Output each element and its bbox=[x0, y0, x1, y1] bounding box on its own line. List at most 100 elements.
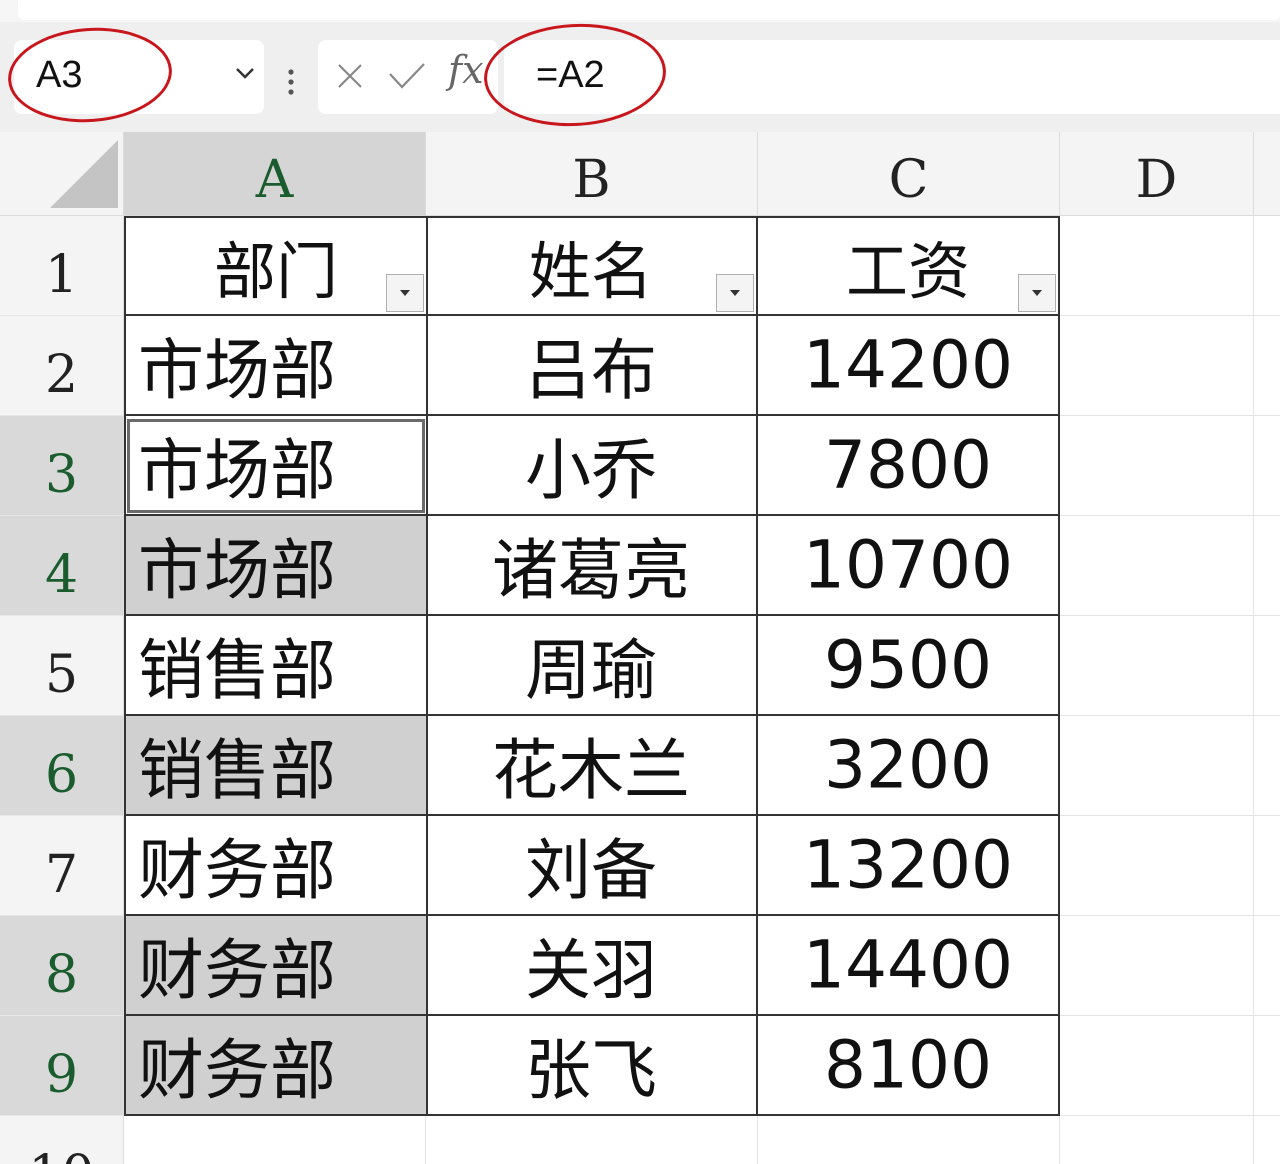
cell-c5[interactable]: 9500 bbox=[758, 616, 1060, 716]
cell-c9[interactable]: 8100 bbox=[758, 1016, 1060, 1116]
cell-c10[interactable] bbox=[758, 1116, 1060, 1164]
cell-value: 市场部 bbox=[138, 532, 336, 609]
cell-value: 关羽 bbox=[525, 932, 657, 1009]
cell-d6[interactable] bbox=[1060, 716, 1254, 816]
more-vertical-icon[interactable] bbox=[284, 66, 298, 106]
name-box[interactable]: A3 bbox=[14, 40, 264, 114]
cell-a5[interactable]: 销售部 bbox=[124, 616, 428, 716]
cell-value: 销售部 bbox=[138, 632, 336, 709]
cell-value: 张飞 bbox=[525, 1032, 657, 1109]
cell-d8[interactable] bbox=[1060, 916, 1254, 1016]
cell-c2[interactable]: 14200 bbox=[758, 316, 1060, 416]
cell-d7[interactable] bbox=[1060, 816, 1254, 916]
cell-a4[interactable]: 市场部 bbox=[124, 516, 428, 616]
cell-e7[interactable] bbox=[1254, 816, 1280, 916]
cell-d5[interactable] bbox=[1060, 616, 1254, 716]
cell-b2[interactable]: 吕布 bbox=[426, 316, 758, 416]
cell-a2[interactable]: 市场部 bbox=[124, 316, 428, 416]
cell-a7[interactable]: 财务部 bbox=[124, 816, 428, 916]
cell-b8[interactable]: 关羽 bbox=[426, 916, 758, 1016]
cell-a10[interactable] bbox=[124, 1116, 426, 1164]
cell-e10[interactable] bbox=[1254, 1116, 1280, 1164]
check-icon[interactable] bbox=[388, 62, 426, 90]
column-header-b[interactable]: B bbox=[426, 132, 758, 216]
ribbon-card bbox=[18, 0, 1280, 20]
cell-value: 吕布 bbox=[525, 332, 657, 409]
formula-value: =A2 bbox=[536, 54, 605, 96]
cell-c4[interactable]: 10700 bbox=[758, 516, 1060, 616]
cell-b1[interactable]: 姓名 bbox=[426, 216, 758, 316]
select-all-corner[interactable] bbox=[0, 132, 124, 216]
cell-e6[interactable] bbox=[1254, 716, 1280, 816]
cell-a6[interactable]: 销售部 bbox=[124, 716, 428, 816]
chevron-down-icon[interactable] bbox=[234, 62, 256, 84]
ribbon-remnant bbox=[0, 0, 1280, 22]
row-header-7[interactable]: 7 bbox=[0, 816, 124, 916]
row-header-3[interactable]: 3 bbox=[0, 416, 124, 516]
cell-a1[interactable]: 部门 bbox=[124, 216, 428, 316]
cell-d4[interactable] bbox=[1060, 516, 1254, 616]
cell-c1[interactable]: 工资 bbox=[758, 216, 1060, 316]
cell-d1[interactable] bbox=[1060, 216, 1254, 316]
cell-value: 14200 bbox=[803, 326, 1013, 404]
cell-value: 财务部 bbox=[138, 932, 336, 1009]
cell-value: 销售部 bbox=[138, 732, 336, 809]
row-header-4[interactable]: 4 bbox=[0, 516, 124, 616]
cell-d9[interactable] bbox=[1060, 1016, 1254, 1116]
formula-actions: fx bbox=[318, 40, 498, 114]
cell-b5[interactable]: 周瑜 bbox=[426, 616, 758, 716]
cell-e9[interactable] bbox=[1254, 1016, 1280, 1116]
row-header-2[interactable]: 2 bbox=[0, 316, 124, 416]
cell-e2[interactable] bbox=[1254, 316, 1280, 416]
column-header-c[interactable]: C bbox=[758, 132, 1060, 216]
cell-a9[interactable]: 财务部 bbox=[124, 1016, 428, 1116]
formula-bar: A3 fx =A2 bbox=[0, 22, 1280, 132]
cell-value: 13200 bbox=[803, 826, 1013, 904]
row-header-10[interactable]: 10 bbox=[0, 1116, 124, 1164]
sheet-grid: ABCD12345678910部门姓名工资市场部吕布14200市场部小乔7800… bbox=[0, 132, 1280, 1164]
filter-dropdown-button[interactable] bbox=[386, 274, 424, 312]
cell-b10[interactable] bbox=[426, 1116, 758, 1164]
cell-e8[interactable] bbox=[1254, 916, 1280, 1016]
cell-d2[interactable] bbox=[1060, 316, 1254, 416]
column-header-d[interactable]: D bbox=[1060, 132, 1254, 216]
row-header-9[interactable]: 9 bbox=[0, 1016, 124, 1116]
column-title: 工资 bbox=[845, 235, 970, 308]
row-header-6[interactable]: 6 bbox=[0, 716, 124, 816]
cell-a8[interactable]: 财务部 bbox=[124, 916, 428, 1016]
cell-value: 9500 bbox=[824, 626, 992, 704]
cell-e5[interactable] bbox=[1254, 616, 1280, 716]
cell-b6[interactable]: 花木兰 bbox=[426, 716, 758, 816]
row-header-1[interactable]: 1 bbox=[0, 216, 124, 316]
cell-d3[interactable] bbox=[1060, 416, 1254, 516]
cell-e4[interactable] bbox=[1254, 516, 1280, 616]
row-header-8[interactable]: 8 bbox=[0, 916, 124, 1016]
cell-b4[interactable]: 诸葛亮 bbox=[426, 516, 758, 616]
cell-e3[interactable] bbox=[1254, 416, 1280, 516]
filter-dropdown-button[interactable] bbox=[716, 274, 754, 312]
cell-c6[interactable]: 3200 bbox=[758, 716, 1060, 816]
insert-function-button[interactable]: fx bbox=[448, 48, 484, 92]
cell-value: 财务部 bbox=[138, 832, 336, 909]
cell-a3[interactable]: 市场部 bbox=[124, 416, 428, 516]
cell-c3[interactable]: 7800 bbox=[758, 416, 1060, 516]
filter-arrow-icon bbox=[1032, 290, 1042, 296]
cell-value: 14400 bbox=[803, 926, 1013, 1004]
close-icon[interactable] bbox=[336, 62, 364, 90]
cell-c7[interactable]: 13200 bbox=[758, 816, 1060, 916]
cell-d10[interactable] bbox=[1060, 1116, 1254, 1164]
cell-b7[interactable]: 刘备 bbox=[426, 816, 758, 916]
cell-b9[interactable]: 张飞 bbox=[426, 1016, 758, 1116]
cell-value: 市场部 bbox=[138, 432, 336, 509]
formula-input[interactable]: =A2 bbox=[504, 40, 1280, 114]
cell-value: 7800 bbox=[824, 426, 992, 504]
cell-e1[interactable] bbox=[1254, 216, 1280, 316]
column-header-a[interactable]: A bbox=[124, 132, 426, 216]
cell-value: 花木兰 bbox=[492, 732, 690, 809]
cell-c8[interactable]: 14400 bbox=[758, 916, 1060, 1016]
select-all-triangle-icon bbox=[50, 140, 118, 208]
filter-dropdown-button[interactable] bbox=[1018, 274, 1056, 312]
cell-value: 刘备 bbox=[525, 832, 657, 909]
row-header-5[interactable]: 5 bbox=[0, 616, 124, 716]
cell-b3[interactable]: 小乔 bbox=[426, 416, 758, 516]
